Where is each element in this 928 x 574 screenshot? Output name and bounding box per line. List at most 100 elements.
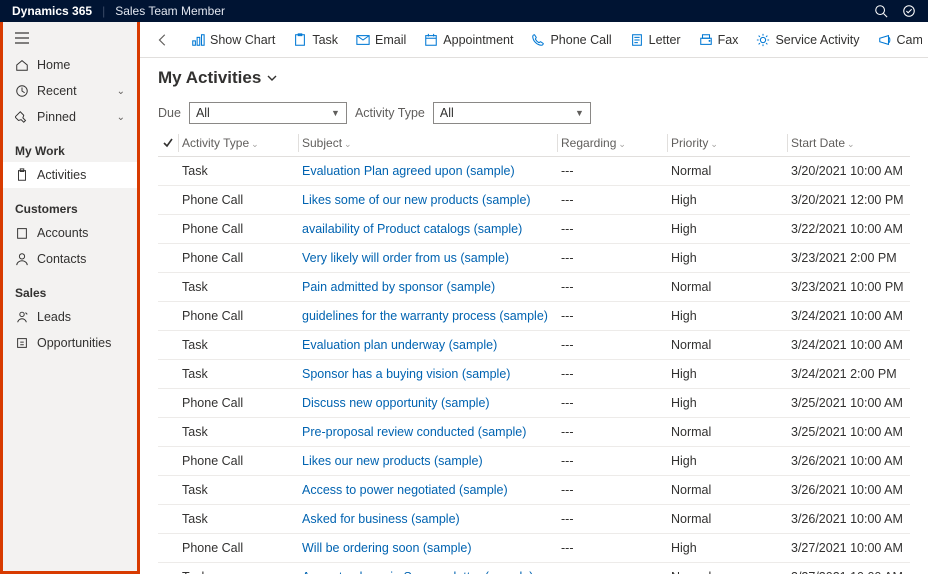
cell-subject[interactable]: Pre-proposal review conducted (sample): [298, 418, 557, 447]
cmd-appointment[interactable]: Appointment: [415, 27, 522, 53]
opp-icon: [15, 336, 29, 350]
cmd-phone-call[interactable]: Phone Call: [522, 27, 620, 53]
cmd-fax[interactable]: Fax: [690, 27, 748, 53]
cell-subject[interactable]: availability of Product catalogs (sample…: [298, 215, 557, 244]
row-checkbox[interactable]: [158, 534, 178, 563]
sidebar-item-accounts[interactable]: Accounts: [3, 220, 137, 246]
cell-subject[interactable]: Pain admitted by sponsor (sample): [298, 273, 557, 302]
cmd-campaign-response[interactable]: Campaign Response: [869, 27, 923, 53]
chart-icon: [191, 33, 205, 47]
cell-priority: High: [667, 389, 787, 418]
table-row[interactable]: Phone Call Discuss new opportunity (samp…: [158, 389, 910, 418]
table-row[interactable]: Task Asked for business (sample) --- Nor…: [158, 505, 910, 534]
col-subject[interactable]: Subject⌄: [298, 130, 557, 157]
row-checkbox[interactable]: [158, 389, 178, 418]
cell-priority: High: [667, 302, 787, 331]
cell-subject[interactable]: Sponsor has a buying vision (sample): [298, 360, 557, 389]
clock-icon: [15, 84, 29, 98]
table-row[interactable]: Task Pain admitted by sponsor (sample) -…: [158, 273, 910, 302]
caret-down-icon: ▼: [331, 108, 340, 118]
cell-subject[interactable]: Very likely will order from us (sample): [298, 244, 557, 273]
table-row[interactable]: Task Evaluation plan underway (sample) -…: [158, 331, 910, 360]
cell-subject[interactable]: Evaluation plan underway (sample): [298, 331, 557, 360]
row-checkbox[interactable]: [158, 215, 178, 244]
email-icon: [356, 33, 370, 47]
nav-recent[interactable]: Recent⌄: [3, 78, 137, 104]
sidebar-item-contacts[interactable]: Contacts: [3, 246, 137, 272]
cell-start-date: 3/23/2021 10:00 PM: [787, 273, 910, 302]
cell-activity-type: Phone Call: [178, 215, 298, 244]
nav-pinned[interactable]: Pinned⌄: [3, 104, 137, 130]
select-all-checkbox[interactable]: [158, 130, 178, 157]
due-select[interactable]: All ▼: [189, 102, 347, 124]
row-checkbox[interactable]: [158, 302, 178, 331]
row-checkbox[interactable]: [158, 447, 178, 476]
cmd-email[interactable]: Email: [347, 27, 415, 53]
cell-activity-type: Task: [178, 563, 298, 574]
table-row[interactable]: Task Sponsor has a buying vision (sample…: [158, 360, 910, 389]
row-checkbox[interactable]: [158, 505, 178, 534]
row-checkbox[interactable]: [158, 360, 178, 389]
table-row[interactable]: Task Access to power negotiated (sample)…: [158, 476, 910, 505]
table-row[interactable]: Phone Call Very likely will order from u…: [158, 244, 910, 273]
cell-activity-type: Task: [178, 157, 298, 186]
cmd-label: Service Activity: [775, 33, 859, 47]
table-row[interactable]: Task Agree to above in Sponsor letter (s…: [158, 563, 910, 574]
cell-start-date: 3/27/2021 10:00 AM: [787, 563, 910, 574]
table-row[interactable]: Task Evaluation Plan agreed upon (sample…: [158, 157, 910, 186]
hamburger-icon[interactable]: [3, 28, 137, 52]
brand-label: Dynamics 365: [12, 4, 92, 18]
cell-subject[interactable]: Discuss new opportunity (sample): [298, 389, 557, 418]
row-checkbox[interactable]: [158, 244, 178, 273]
row-checkbox[interactable]: [158, 157, 178, 186]
col-regarding[interactable]: Regarding⌄: [557, 130, 667, 157]
cmd-show-chart[interactable]: Show Chart: [182, 27, 284, 53]
nav-label: Home: [37, 58, 70, 72]
table-row[interactable]: Phone Call Likes some of our new product…: [158, 186, 910, 215]
chevron-down-icon: ⌄: [117, 112, 125, 123]
row-checkbox[interactable]: [158, 273, 178, 302]
cell-activity-type: Phone Call: [178, 447, 298, 476]
cell-start-date: 3/24/2021 2:00 PM: [787, 360, 910, 389]
table-row[interactable]: Phone Call Will be ordering soon (sample…: [158, 534, 910, 563]
cell-subject[interactable]: Likes some of our new products (sample): [298, 186, 557, 215]
table-row[interactable]: Task Pre-proposal review conducted (samp…: [158, 418, 910, 447]
col-start-date[interactable]: Start Date⌄: [787, 130, 910, 157]
cmd-label: Letter: [649, 33, 681, 47]
cell-subject[interactable]: Asked for business (sample): [298, 505, 557, 534]
cell-priority: High: [667, 186, 787, 215]
cell-subject[interactable]: Access to power negotiated (sample): [298, 476, 557, 505]
row-checkbox[interactable]: [158, 418, 178, 447]
row-checkbox[interactable]: [158, 563, 178, 574]
col-activity-type[interactable]: Activity Type⌄: [178, 130, 298, 157]
col-priority[interactable]: Priority⌄: [667, 130, 787, 157]
table-row[interactable]: Phone Call availability of Product catal…: [158, 215, 910, 244]
search-icon[interactable]: [874, 4, 888, 18]
cell-activity-type: Phone Call: [178, 534, 298, 563]
cmd-letter[interactable]: Letter: [621, 27, 690, 53]
cell-regarding: ---: [557, 186, 667, 215]
activity-type-select[interactable]: All ▼: [433, 102, 591, 124]
cell-subject[interactable]: Will be ordering soon (sample): [298, 534, 557, 563]
table-row[interactable]: Phone Call guidelines for the warranty p…: [158, 302, 910, 331]
cell-subject[interactable]: Agree to above in Sponsor letter (sample…: [298, 563, 557, 574]
view-selector[interactable]: My Activities: [158, 68, 910, 88]
row-checkbox[interactable]: [158, 476, 178, 505]
home-icon: [15, 58, 29, 72]
assistant-icon[interactable]: [902, 4, 916, 18]
cell-subject[interactable]: guidelines for the warranty process (sam…: [298, 302, 557, 331]
back-button[interactable]: [146, 27, 180, 53]
table-row[interactable]: Phone Call Likes our new products (sampl…: [158, 447, 910, 476]
row-checkbox[interactable]: [158, 331, 178, 360]
sidebar-item-opportunities[interactable]: Opportunities: [3, 330, 137, 356]
cell-subject[interactable]: Likes our new products (sample): [298, 447, 557, 476]
cmd-task[interactable]: Task: [284, 27, 347, 53]
cell-subject[interactable]: Evaluation Plan agreed upon (sample): [298, 157, 557, 186]
row-checkbox[interactable]: [158, 186, 178, 215]
cell-priority: Normal: [667, 331, 787, 360]
sidebar-item-leads[interactable]: Leads: [3, 304, 137, 330]
cmd-service-activity[interactable]: Service Activity: [747, 27, 868, 53]
sidebar-item-activities[interactable]: Activities: [3, 162, 137, 188]
nav-home[interactable]: Home: [3, 52, 137, 78]
cell-priority: Normal: [667, 476, 787, 505]
